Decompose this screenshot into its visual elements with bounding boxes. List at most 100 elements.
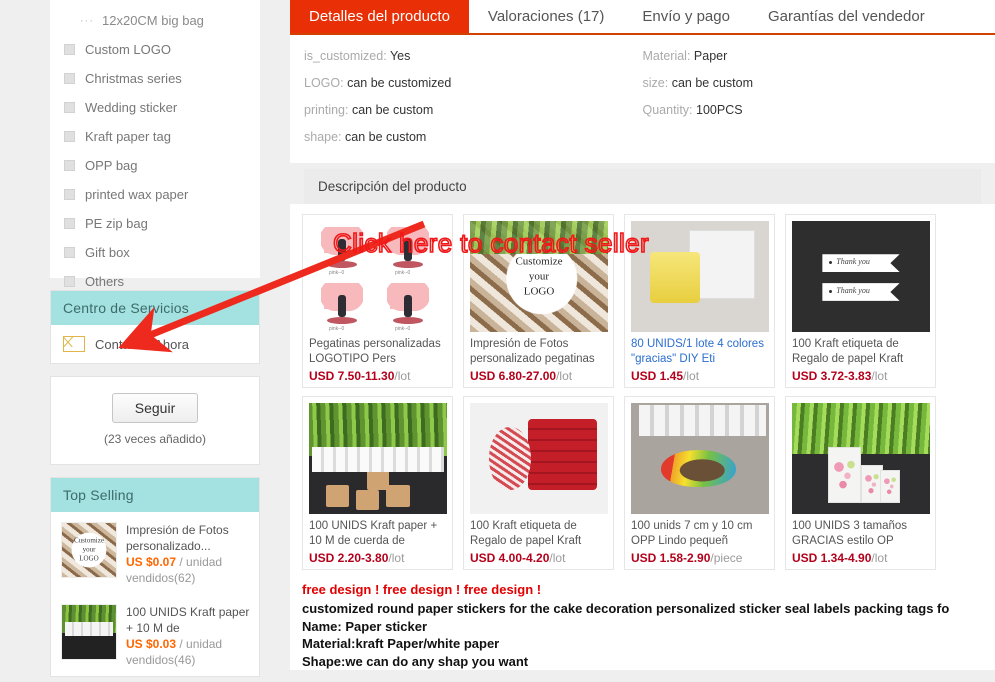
category-item[interactable]: printed wax paper xyxy=(50,180,260,209)
product-card[interactable]: 100 UNIDS 3 tamaños GRACIAS estilo OP USD… xyxy=(785,396,936,570)
product-price: USD 7.50-11.30 xyxy=(309,369,395,383)
attribute-key: is_customized: xyxy=(304,49,387,63)
category-label: printed wax paper xyxy=(85,187,189,202)
collapse-square-icon xyxy=(64,102,75,113)
attribute-row: printing: can be custom xyxy=(304,103,643,117)
category-item[interactable]: Custom LOGO xyxy=(50,35,260,64)
collapse-square-icon xyxy=(64,276,75,287)
product-card[interactable]: 100 UNIDS Kraft paper + 10 M de cuerda d… xyxy=(302,396,453,570)
category-label: 12x20CM big bag xyxy=(102,13,204,28)
product-card[interactable]: pink--0 pink--0 pink--0 pink--0 Pegatinas pe… xyxy=(302,214,453,388)
description-line: Name: Paper sticker xyxy=(302,618,428,634)
product-title[interactable]: Impresión de Fotos personalizado pegatin… xyxy=(470,337,607,367)
collapse-square-icon xyxy=(64,189,75,200)
product-price: USD 6.80-27.00 xyxy=(470,369,557,383)
category-item[interactable]: PE zip bag xyxy=(50,209,260,238)
product-unit: /piece xyxy=(710,551,743,565)
product-row: 100 UNIDS Kraft paper + 10 M de cuerda d… xyxy=(302,396,985,578)
attribute-key: Material: xyxy=(642,49,691,63)
ellipsis-icon: ··· xyxy=(80,14,94,27)
product-image xyxy=(792,221,930,332)
collapse-square-icon xyxy=(64,44,75,55)
product-card[interactable]: 100 Kraft etiqueta de Regalo de papel Kr… xyxy=(463,396,614,570)
product-price: USD 1.45 xyxy=(631,369,684,383)
attribute-value: Paper xyxy=(693,49,728,63)
follow-count: (23 veces añadido) xyxy=(103,432,207,446)
product-card[interactable]: Impresión de Fotos personalizado pegatin… xyxy=(463,214,614,388)
product-unit: /lot xyxy=(388,551,405,565)
product-unit: /lot xyxy=(549,551,566,565)
envelope-icon xyxy=(63,336,85,352)
attributes-left-column: is_customized: Yes LOGO: can be customize… xyxy=(304,49,643,157)
top-selling-panel: Top Selling Impresión de Fotos personali… xyxy=(50,477,260,677)
contact-now-button[interactable]: Contactar Ahora xyxy=(51,325,259,363)
category-label: Others xyxy=(85,274,125,289)
product-card[interactable]: 100 unids 7 cm y 10 cm OPP Lindo pequeñ U… xyxy=(624,396,775,570)
description-line: customized round paper stickers for the … xyxy=(302,601,950,616)
product-image xyxy=(792,403,930,514)
product-image xyxy=(631,403,769,514)
product-title[interactable]: 100 UNIDS Kraft paper + 10 M de cuerda d… xyxy=(309,519,446,549)
category-label: OPP bag xyxy=(85,158,138,173)
tab-2[interactable]: Envío y pago xyxy=(623,0,749,33)
attribute-row: Material: Paper xyxy=(643,49,982,63)
category-label: Wedding sticker xyxy=(85,100,178,115)
follow-button[interactable]: Seguir xyxy=(111,393,199,423)
attribute-row: LOGO: can be customized xyxy=(304,76,643,90)
attribute-row: Quantity: 100PCS xyxy=(643,103,982,117)
product-title[interactable]: 100 unids 7 cm y 10 cm OPP Lindo pequeñ xyxy=(631,519,768,549)
attribute-key: shape: xyxy=(304,130,342,144)
product-image xyxy=(631,221,769,332)
description-lines: customized round paper stickers for the … xyxy=(302,600,995,670)
top-selling-price: US $0.03 xyxy=(126,637,177,651)
category-label: Kraft paper tag xyxy=(85,129,171,144)
product-title[interactable]: Pegatinas personalizadas LOGOTIPO Pers xyxy=(309,337,446,367)
product-attributes: is_customized: Yes LOGO: can be customize… xyxy=(290,35,995,163)
attribute-value: can be custom xyxy=(345,130,427,144)
collapse-square-icon xyxy=(64,247,75,258)
category-item[interactable]: OPP bag xyxy=(50,151,260,180)
product-price: USD 3.72-3.83 xyxy=(792,369,872,383)
category-list: ··· 12x20CM big bag Custom LOGO Christmas s… xyxy=(50,0,260,306)
product-title[interactable]: 100 Kraft etiqueta de Regalo de papel Kr… xyxy=(792,337,929,367)
contact-now-label: Contactar Ahora xyxy=(95,336,189,352)
top-selling-unit: / unidad xyxy=(179,637,223,651)
product-title[interactable]: 80 UNIDS/1 lote 4 colores "gracias" DIY … xyxy=(631,337,768,367)
category-label: Custom LOGO xyxy=(85,42,171,57)
product-card[interactable]: 100 Kraft etiqueta de Regalo de papel Kr… xyxy=(785,214,936,388)
follow-panel: Seguir (23 veces añadido) xyxy=(50,376,260,465)
product-image xyxy=(470,221,608,332)
free-design-line: free design ! free design ! free design … xyxy=(302,582,542,597)
top-selling-item[interactable]: 100 UNIDS Kraft paper + 10 M de US $0.03 … xyxy=(51,594,259,676)
category-item[interactable]: Gift box xyxy=(50,238,260,267)
tab-3[interactable]: Garantías del vendedor xyxy=(749,0,944,33)
service-center-title: Centro de Servicios xyxy=(51,291,259,325)
product-title[interactable]: 100 UNIDS 3 tamaños GRACIAS estilo OP xyxy=(792,519,929,549)
service-center-panel: Centro de Servicios Contactar Ahora xyxy=(50,290,260,364)
tab-0[interactable]: Detalles del producto xyxy=(290,0,469,33)
attribute-value: can be custom xyxy=(671,76,753,90)
product-unit: /lot xyxy=(871,369,888,383)
top-selling-price: US $0.07 xyxy=(126,555,177,569)
description-body: free design ! free design ! free design … xyxy=(290,578,995,670)
product-price: USD 2.20-3.80 xyxy=(309,551,389,565)
top-selling-item[interactable]: Impresión de Fotos personalizado... US $0… xyxy=(51,512,259,594)
product-image: pink--0 pink--0 pink--0 pink--0 xyxy=(309,221,447,332)
category-label: Christmas series xyxy=(85,71,182,86)
category-label: PE zip bag xyxy=(85,216,148,231)
attribute-value: 100PCS xyxy=(696,103,743,117)
category-item[interactable]: Kraft paper tag xyxy=(50,122,260,151)
product-title[interactable]: 100 Kraft etiqueta de Regalo de papel Kr… xyxy=(470,519,607,549)
description-section-header: Descripción del producto xyxy=(304,169,981,204)
category-item[interactable]: ··· 12x20CM big bag xyxy=(50,6,260,35)
product-card[interactable]: 80 UNIDS/1 lote 4 colores "gracias" DIY … xyxy=(624,214,775,388)
sidebar: ··· 12x20CM big bag Custom LOGO Christmas s… xyxy=(50,0,260,682)
product-detail-page: ··· 12x20CM big bag Custom LOGO Christmas s… xyxy=(0,0,995,682)
main-content: Detalles del producto Valoraciones (17) En… xyxy=(290,0,995,670)
category-item[interactable]: Christmas series xyxy=(50,64,260,93)
attribute-value: can be custom xyxy=(351,103,434,117)
category-item[interactable]: Wedding sticker xyxy=(50,93,260,122)
tab-1[interactable]: Valoraciones (17) xyxy=(469,0,623,33)
category-panel: ··· 12x20CM big bag Custom LOGO Christmas s… xyxy=(50,0,260,289)
description-line: Material:kraft Paper/white paper xyxy=(302,636,500,651)
